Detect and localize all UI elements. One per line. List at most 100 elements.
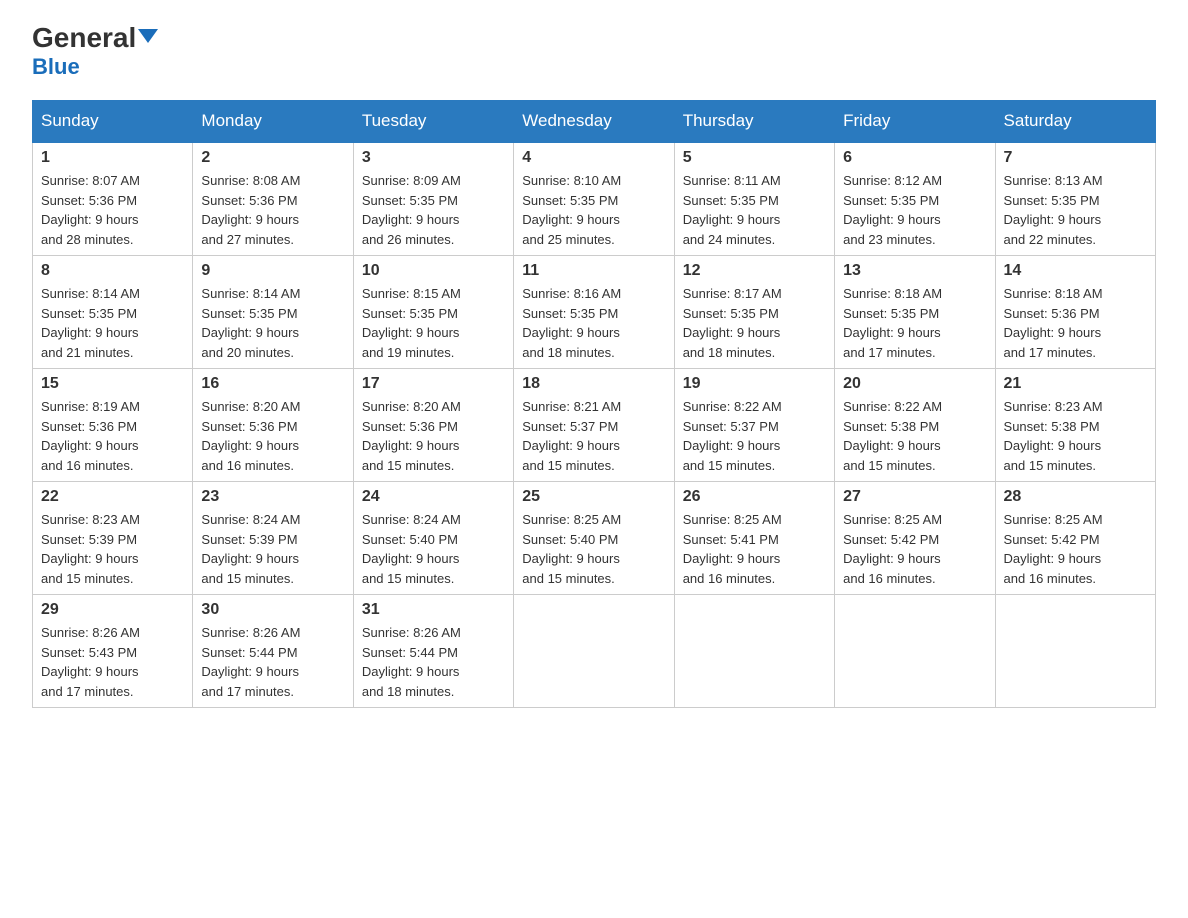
- day-number: 20: [843, 375, 986, 393]
- day-number: 4: [522, 149, 665, 167]
- calendar-cell: 13 Sunrise: 8:18 AMSunset: 5:35 PMDaylig…: [835, 256, 995, 369]
- day-info: Sunrise: 8:11 AMSunset: 5:35 PMDaylight:…: [683, 171, 826, 249]
- header-row: Sunday Monday Tuesday Wednesday Thursday…: [33, 101, 1156, 143]
- calendar-week-1: 1 Sunrise: 8:07 AMSunset: 5:36 PMDayligh…: [33, 142, 1156, 256]
- calendar-cell: 12 Sunrise: 8:17 AMSunset: 5:35 PMDaylig…: [674, 256, 834, 369]
- logo: General Blue: [32, 24, 158, 80]
- header-wednesday: Wednesday: [514, 101, 674, 143]
- day-info: Sunrise: 8:14 AMSunset: 5:35 PMDaylight:…: [41, 284, 184, 362]
- day-info: Sunrise: 8:18 AMSunset: 5:36 PMDaylight:…: [1004, 284, 1147, 362]
- logo-triangle-icon: [138, 29, 158, 43]
- day-info: Sunrise: 8:13 AMSunset: 5:35 PMDaylight:…: [1004, 171, 1147, 249]
- day-number: 19: [683, 375, 826, 393]
- calendar-week-3: 15 Sunrise: 8:19 AMSunset: 5:36 PMDaylig…: [33, 369, 1156, 482]
- day-number: 14: [1004, 262, 1147, 280]
- day-info: Sunrise: 8:25 AMSunset: 5:42 PMDaylight:…: [1004, 510, 1147, 588]
- day-info: Sunrise: 8:15 AMSunset: 5:35 PMDaylight:…: [362, 284, 505, 362]
- calendar-cell: 31 Sunrise: 8:26 AMSunset: 5:44 PMDaylig…: [353, 595, 513, 708]
- day-number: 2: [201, 149, 344, 167]
- day-info: Sunrise: 8:25 AMSunset: 5:40 PMDaylight:…: [522, 510, 665, 588]
- header-saturday: Saturday: [995, 101, 1155, 143]
- day-number: 21: [1004, 375, 1147, 393]
- calendar-cell: 9 Sunrise: 8:14 AMSunset: 5:35 PMDayligh…: [193, 256, 353, 369]
- day-number: 26: [683, 488, 826, 506]
- calendar-cell: 24 Sunrise: 8:24 AMSunset: 5:40 PMDaylig…: [353, 482, 513, 595]
- day-number: 23: [201, 488, 344, 506]
- day-info: Sunrise: 8:26 AMSunset: 5:44 PMDaylight:…: [362, 623, 505, 701]
- calendar-cell: 15 Sunrise: 8:19 AMSunset: 5:36 PMDaylig…: [33, 369, 193, 482]
- calendar-cell: [995, 595, 1155, 708]
- header-friday: Friday: [835, 101, 995, 143]
- calendar-cell: 10 Sunrise: 8:15 AMSunset: 5:35 PMDaylig…: [353, 256, 513, 369]
- day-number: 24: [362, 488, 505, 506]
- header-thursday: Thursday: [674, 101, 834, 143]
- day-info: Sunrise: 8:22 AMSunset: 5:38 PMDaylight:…: [843, 397, 986, 475]
- calendar-cell: 22 Sunrise: 8:23 AMSunset: 5:39 PMDaylig…: [33, 482, 193, 595]
- day-number: 11: [522, 262, 665, 280]
- calendar-cell: 14 Sunrise: 8:18 AMSunset: 5:36 PMDaylig…: [995, 256, 1155, 369]
- calendar-cell: 27 Sunrise: 8:25 AMSunset: 5:42 PMDaylig…: [835, 482, 995, 595]
- day-number: 27: [843, 488, 986, 506]
- header-sunday: Sunday: [33, 101, 193, 143]
- day-number: 28: [1004, 488, 1147, 506]
- calendar-cell: 1 Sunrise: 8:07 AMSunset: 5:36 PMDayligh…: [33, 142, 193, 256]
- day-number: 13: [843, 262, 986, 280]
- day-info: Sunrise: 8:09 AMSunset: 5:35 PMDaylight:…: [362, 171, 505, 249]
- day-number: 12: [683, 262, 826, 280]
- day-number: 22: [41, 488, 184, 506]
- day-info: Sunrise: 8:23 AMSunset: 5:39 PMDaylight:…: [41, 510, 184, 588]
- day-info: Sunrise: 8:12 AMSunset: 5:35 PMDaylight:…: [843, 171, 986, 249]
- calendar-table: Sunday Monday Tuesday Wednesday Thursday…: [32, 100, 1156, 708]
- calendar-week-2: 8 Sunrise: 8:14 AMSunset: 5:35 PMDayligh…: [33, 256, 1156, 369]
- calendar-cell: 19 Sunrise: 8:22 AMSunset: 5:37 PMDaylig…: [674, 369, 834, 482]
- day-info: Sunrise: 8:19 AMSunset: 5:36 PMDaylight:…: [41, 397, 184, 475]
- logo-sub: Blue: [32, 54, 80, 80]
- calendar-cell: 11 Sunrise: 8:16 AMSunset: 5:35 PMDaylig…: [514, 256, 674, 369]
- day-number: 15: [41, 375, 184, 393]
- day-number: 1: [41, 149, 184, 167]
- day-info: Sunrise: 8:22 AMSunset: 5:37 PMDaylight:…: [683, 397, 826, 475]
- day-number: 30: [201, 601, 344, 619]
- day-number: 25: [522, 488, 665, 506]
- day-info: Sunrise: 8:07 AMSunset: 5:36 PMDaylight:…: [41, 171, 184, 249]
- calendar-header: Sunday Monday Tuesday Wednesday Thursday…: [33, 101, 1156, 143]
- day-info: Sunrise: 8:17 AMSunset: 5:35 PMDaylight:…: [683, 284, 826, 362]
- day-number: 5: [683, 149, 826, 167]
- day-info: Sunrise: 8:18 AMSunset: 5:35 PMDaylight:…: [843, 284, 986, 362]
- calendar-cell: 16 Sunrise: 8:20 AMSunset: 5:36 PMDaylig…: [193, 369, 353, 482]
- day-number: 10: [362, 262, 505, 280]
- day-number: 8: [41, 262, 184, 280]
- day-number: 18: [522, 375, 665, 393]
- calendar-cell: 7 Sunrise: 8:13 AMSunset: 5:35 PMDayligh…: [995, 142, 1155, 256]
- day-number: 31: [362, 601, 505, 619]
- calendar-cell: 28 Sunrise: 8:25 AMSunset: 5:42 PMDaylig…: [995, 482, 1155, 595]
- calendar-cell: [835, 595, 995, 708]
- header-monday: Monday: [193, 101, 353, 143]
- calendar-cell: [674, 595, 834, 708]
- calendar-cell: 20 Sunrise: 8:22 AMSunset: 5:38 PMDaylig…: [835, 369, 995, 482]
- day-info: Sunrise: 8:21 AMSunset: 5:37 PMDaylight:…: [522, 397, 665, 475]
- day-number: 17: [362, 375, 505, 393]
- logo-text: General: [32, 24, 158, 52]
- calendar-cell: 3 Sunrise: 8:09 AMSunset: 5:35 PMDayligh…: [353, 142, 513, 256]
- calendar-cell: 17 Sunrise: 8:20 AMSunset: 5:36 PMDaylig…: [353, 369, 513, 482]
- calendar-cell: 6 Sunrise: 8:12 AMSunset: 5:35 PMDayligh…: [835, 142, 995, 256]
- page-header: General Blue: [32, 24, 1156, 80]
- calendar-cell: 5 Sunrise: 8:11 AMSunset: 5:35 PMDayligh…: [674, 142, 834, 256]
- day-number: 6: [843, 149, 986, 167]
- calendar-week-5: 29 Sunrise: 8:26 AMSunset: 5:43 PMDaylig…: [33, 595, 1156, 708]
- day-number: 9: [201, 262, 344, 280]
- day-info: Sunrise: 8:26 AMSunset: 5:44 PMDaylight:…: [201, 623, 344, 701]
- header-tuesday: Tuesday: [353, 101, 513, 143]
- day-info: Sunrise: 8:14 AMSunset: 5:35 PMDaylight:…: [201, 284, 344, 362]
- day-info: Sunrise: 8:26 AMSunset: 5:43 PMDaylight:…: [41, 623, 184, 701]
- calendar-cell: 26 Sunrise: 8:25 AMSunset: 5:41 PMDaylig…: [674, 482, 834, 595]
- day-info: Sunrise: 8:23 AMSunset: 5:38 PMDaylight:…: [1004, 397, 1147, 475]
- day-number: 29: [41, 601, 184, 619]
- day-info: Sunrise: 8:20 AMSunset: 5:36 PMDaylight:…: [201, 397, 344, 475]
- calendar-cell: 29 Sunrise: 8:26 AMSunset: 5:43 PMDaylig…: [33, 595, 193, 708]
- calendar-cell: 2 Sunrise: 8:08 AMSunset: 5:36 PMDayligh…: [193, 142, 353, 256]
- day-number: 3: [362, 149, 505, 167]
- calendar-cell: 21 Sunrise: 8:23 AMSunset: 5:38 PMDaylig…: [995, 369, 1155, 482]
- day-number: 7: [1004, 149, 1147, 167]
